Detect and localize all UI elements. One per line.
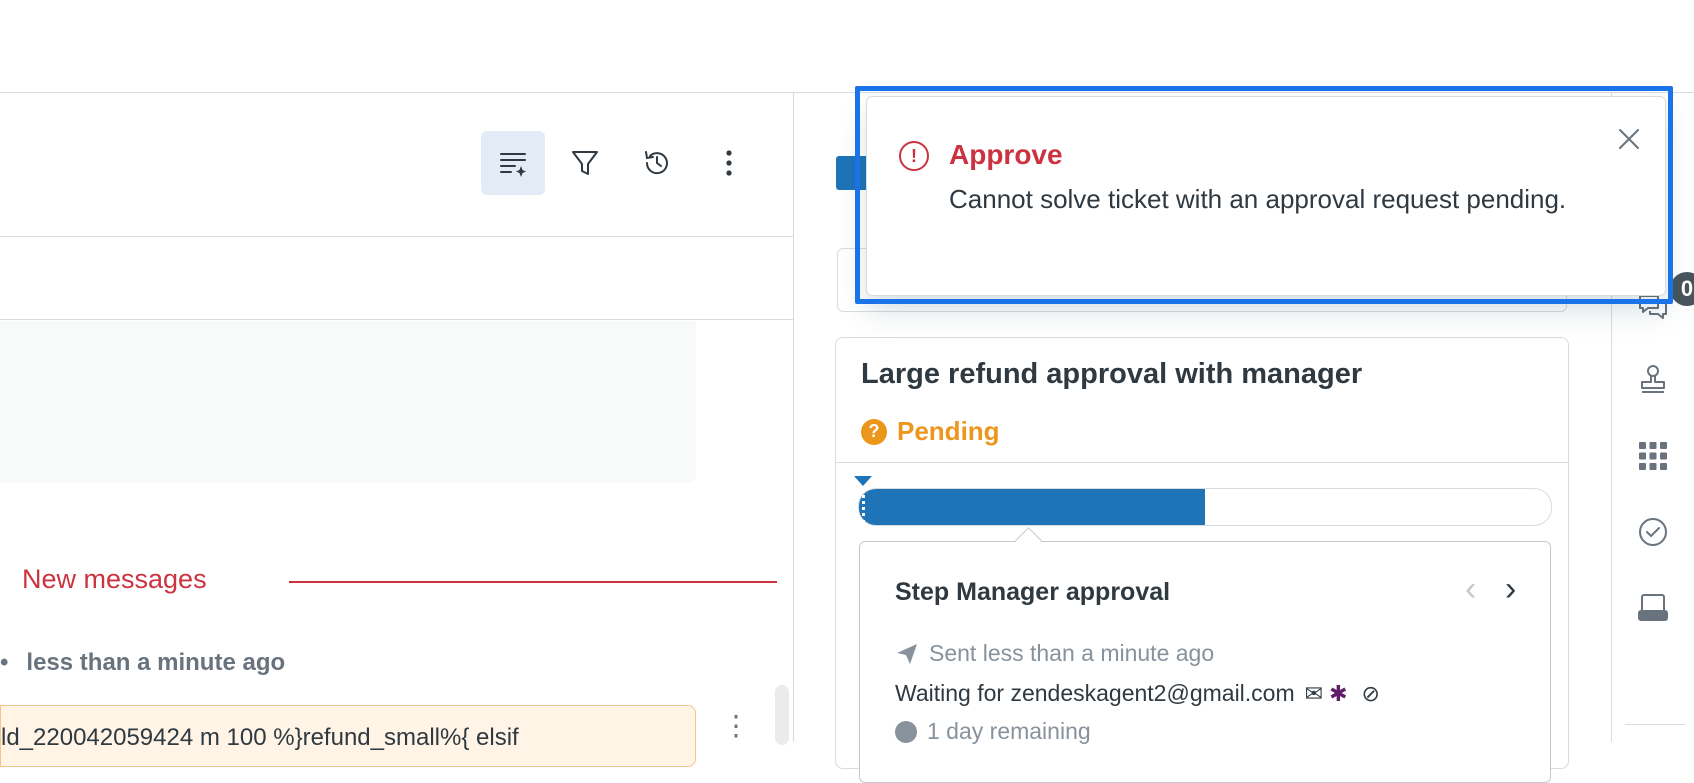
timestamp-text: less than a minute ago [26, 649, 286, 676]
ai-summary-icon [500, 153, 526, 177]
message-timestamp: • less than a minute ago [0, 649, 285, 677]
conversation-toolbar [0, 93, 793, 237]
rail-divider [1625, 724, 1685, 725]
remaining-row: 1 day remaining [895, 718, 1091, 745]
rail-device[interactable] [1634, 589, 1672, 627]
card-divider [836, 462, 1568, 463]
new-messages-divider [289, 581, 777, 583]
question-circle-icon: ? [861, 418, 887, 445]
progress-fill [859, 489, 1205, 525]
chevron-left-icon[interactable]: ‹ [1465, 570, 1476, 609]
chevron-right-icon[interactable]: › [1505, 570, 1516, 609]
rail-stamp[interactable] [1634, 361, 1672, 399]
step-card: Step Manager approval ‹ › Sent less than… [859, 541, 1551, 783]
conversation-scrollbar[interactable] [775, 685, 789, 745]
check-circle-icon [1639, 518, 1667, 546]
envelope-icon: ✉ [1304, 680, 1324, 706]
history-icon [645, 151, 668, 175]
sent-text: Sent less than a minute ago [929, 640, 1215, 666]
filter-button[interactable] [553, 131, 617, 195]
approval-title: Large refund approval with manager [861, 358, 1363, 390]
approval-progress-bar [858, 488, 1552, 526]
rail-apps[interactable] [1634, 437, 1672, 475]
message-bubble: ld_220042059424 m 100 %}refund_small%{ e… [0, 705, 696, 767]
more-options-button[interactable] [697, 131, 761, 195]
stamp-icon [1641, 365, 1665, 393]
slack-icon: ✱ [1329, 680, 1348, 706]
conversation-pane: New messages • less than a minute ago ld_… [0, 93, 794, 767]
top-bar [0, 0, 1694, 93]
progress-start-marker [862, 488, 865, 524]
bullet-separator: • [0, 649, 9, 676]
waiting-row: Waiting for zendeskagent2@gmail.com ✉ ✱ … [895, 680, 1380, 707]
approval-status: ? Pending [861, 416, 1000, 447]
message-more-icon[interactable]: ⋮ [722, 712, 750, 740]
device-icon [1638, 594, 1668, 621]
status-label: Pending [897, 416, 1000, 446]
sent-row: Sent less than a minute ago [895, 640, 1214, 667]
clock-icon [895, 720, 917, 743]
cancel-circle-icon[interactable]: ⊘ [1362, 681, 1380, 707]
message-preview-text: ld_220042059424 m 100 %}refund_small%{ e… [1, 724, 519, 751]
apps-grid-icon [1639, 442, 1667, 470]
more-vertical-icon [726, 150, 732, 176]
step-title: Step Manager approval [895, 578, 1171, 606]
filter-icon [572, 151, 598, 175]
approval-card: Large refund approval with manager ? Pen… [835, 337, 1569, 783]
progress-marker-icon [854, 476, 872, 486]
new-messages-label: New messages [22, 564, 207, 594]
conversation-filter-row [0, 237, 793, 320]
history-button[interactable] [625, 131, 689, 195]
toast-focus-highlight [855, 86, 1673, 304]
rail-tasks[interactable] [1634, 513, 1672, 551]
waiting-text: Waiting for zendeskagent2@gmail.com [895, 680, 1295, 706]
send-icon [897, 643, 917, 664]
ai-summary-button[interactable] [481, 131, 545, 195]
remaining-text: 1 day remaining [927, 718, 1091, 744]
message-placeholder-block [0, 321, 696, 483]
